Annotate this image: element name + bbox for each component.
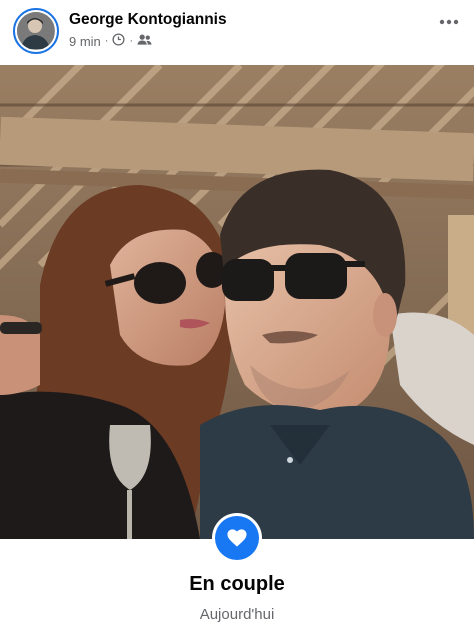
author-avatar[interactable] xyxy=(13,8,59,54)
life-event-badge xyxy=(212,513,262,563)
avatar-image xyxy=(17,12,55,50)
meta-separator: · xyxy=(104,35,109,47)
post-meta: 9 min · · xyxy=(69,33,152,49)
more-horizontal-icon xyxy=(439,19,459,25)
couple-photo xyxy=(0,65,474,539)
post-photo[interactable] xyxy=(0,65,474,539)
meta-separator-2: · xyxy=(129,35,134,47)
post-time[interactable]: 9 min xyxy=(69,34,101,49)
friends-icon[interactable] xyxy=(137,33,152,49)
life-event-date: Aujourd'hui xyxy=(199,606,275,623)
more-options-button[interactable] xyxy=(437,10,461,34)
life-event-title: En couple xyxy=(189,573,285,595)
clock-icon xyxy=(112,33,126,49)
heart-icon xyxy=(215,516,259,560)
post-header: George Kontogiannis 9 min · · xyxy=(0,0,474,62)
author-name[interactable]: George Kontogiannis xyxy=(69,11,227,29)
